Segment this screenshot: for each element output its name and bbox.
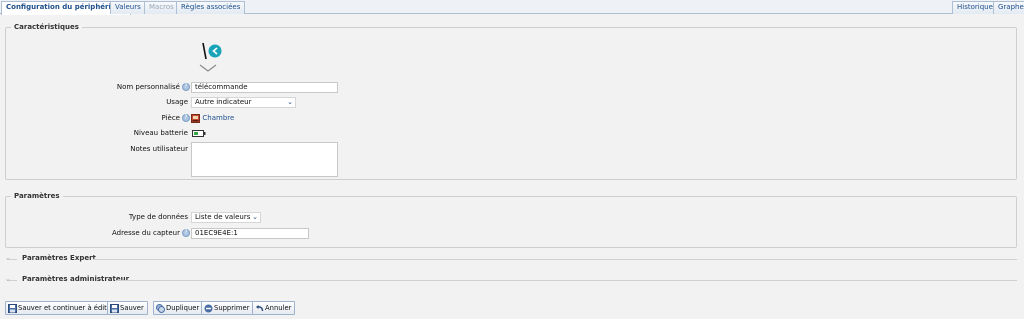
notes-label: Notes utilisateur bbox=[130, 145, 188, 153]
notes-textarea[interactable] bbox=[191, 142, 338, 177]
room-icon bbox=[191, 113, 200, 123]
nom-label: Nom personnalisé? bbox=[117, 83, 190, 91]
chevron-down-icon: ⌄ bbox=[287, 98, 293, 106]
divider bbox=[9, 280, 17, 281]
floppy-disk-icon bbox=[110, 303, 119, 313]
chevron-down-icon: ⌄ bbox=[252, 213, 258, 221]
tab-regles-associees[interactable]: Règles associées bbox=[176, 1, 246, 14]
usage-select[interactable]: Autre indicateur ⌄ bbox=[191, 97, 296, 108]
undo-arrow-icon bbox=[256, 304, 264, 311]
battery-icon bbox=[192, 130, 206, 137]
delete-button[interactable]: Supprimer bbox=[201, 301, 254, 315]
chevron-down-icon: ⌄ bbox=[5, 275, 11, 283]
question-circle-icon[interactable]: ? bbox=[182, 229, 190, 237]
duplicate-button[interactable]: Dupliquer bbox=[153, 301, 204, 315]
piece-link[interactable]: Chambre bbox=[202, 114, 234, 122]
save-button[interactable]: Sauver bbox=[107, 301, 148, 315]
cancel-label: Annuler bbox=[265, 304, 292, 312]
tab-graphe[interactable]: Graphe bbox=[993, 1, 1024, 14]
piece-label: Pièce? bbox=[162, 114, 190, 122]
tab-valeurs[interactable]: Valeurs bbox=[110, 1, 146, 14]
tab-historique[interactable]: Historique bbox=[952, 1, 998, 14]
duplicate-label: Dupliquer bbox=[166, 304, 200, 312]
adresse-label-text: Adresse du capteur bbox=[111, 229, 180, 237]
divider bbox=[115, 280, 1017, 281]
admin-section[interactable]: ⌄ Paramètres administrateur bbox=[5, 275, 1017, 285]
save-continue-label: Sauver et continuer à éditer bbox=[18, 304, 114, 312]
caracteristiques-section: Caractéristiques bbox=[5, 23, 1017, 180]
save-continue-button[interactable]: Sauver et continuer à éditer bbox=[5, 301, 118, 315]
adresse-input[interactable]: 01EC9E4E:1 bbox=[191, 228, 309, 239]
usage-select-value: Autre indicateur bbox=[195, 98, 252, 106]
question-circle-icon[interactable]: ? bbox=[182, 114, 190, 122]
parametres-legend: Paramètres bbox=[11, 192, 63, 200]
floppy-disk-icon bbox=[8, 303, 17, 313]
piece-value[interactable]: Chambre bbox=[191, 113, 234, 123]
expert-legend[interactable]: Paramètres Expert bbox=[20, 254, 98, 262]
divider bbox=[93, 259, 1017, 260]
minus-circle-icon bbox=[204, 304, 213, 312]
chevron-down-icon: ⌄ bbox=[5, 254, 11, 262]
tab-bar: Configuration du périphérique Valeurs Ma… bbox=[0, 0, 1024, 15]
parametres-section: Paramètres bbox=[5, 192, 1017, 248]
piece-label-text: Pièce bbox=[161, 114, 180, 122]
tab-macros: Macros bbox=[144, 1, 179, 14]
adresse-label: Adresse du capteur? bbox=[112, 229, 190, 237]
duplicate-icon bbox=[156, 303, 165, 313]
batterie-label: Niveau batterie bbox=[133, 129, 188, 137]
type-label: Type de données bbox=[128, 213, 188, 221]
usage-label: Usage bbox=[166, 98, 188, 106]
expert-section[interactable]: ⌄ Paramètres Expert bbox=[5, 254, 1017, 264]
nom-input[interactable]: télécommande bbox=[191, 82, 338, 93]
question-circle-icon[interactable]: ? bbox=[182, 83, 190, 91]
delete-label: Supprimer bbox=[214, 304, 250, 312]
admin-legend[interactable]: Paramètres administrateur bbox=[20, 275, 132, 283]
nom-label-text: Nom personnalisé bbox=[116, 83, 180, 91]
type-select[interactable]: Liste de valeurs ⌄ bbox=[191, 212, 261, 223]
divider bbox=[9, 259, 17, 260]
remote-control-icon bbox=[199, 42, 222, 72]
type-select-value: Liste de valeurs bbox=[195, 213, 251, 221]
caracteristiques-legend: Caractéristiques bbox=[11, 23, 82, 31]
save-label: Sauver bbox=[120, 304, 144, 312]
cancel-button[interactable]: Annuler bbox=[252, 301, 296, 315]
